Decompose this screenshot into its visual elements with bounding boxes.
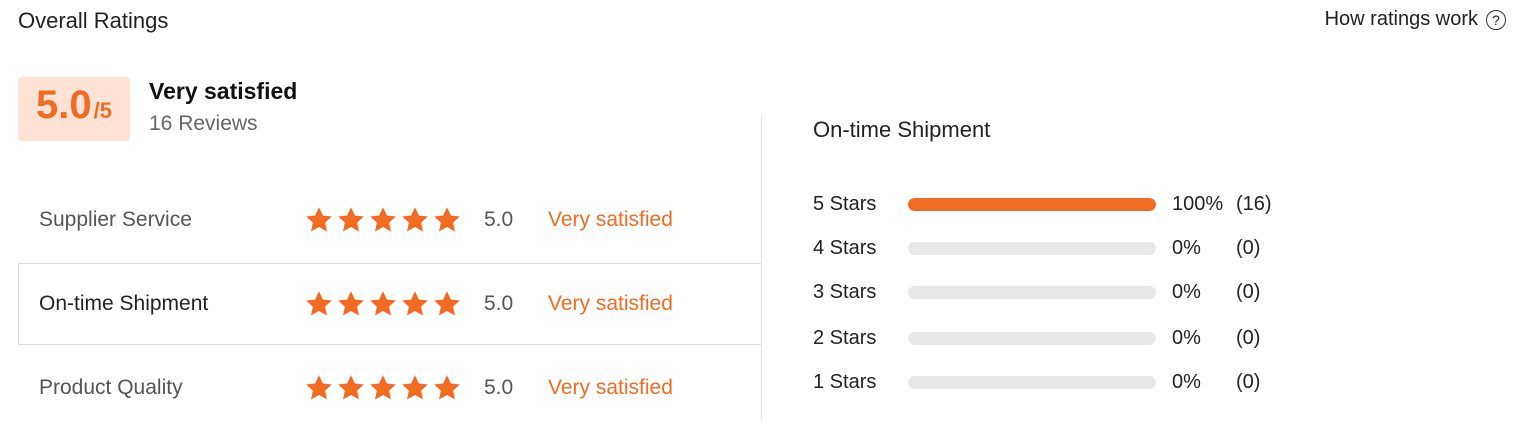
percent-value: 0%: [1172, 326, 1201, 349]
star-icon: [370, 375, 396, 400]
stars-label: 1 Stars: [813, 370, 877, 393]
category-score: 5.0: [484, 292, 514, 315]
category-score: 5.0: [484, 208, 514, 231]
distribution-row-2: 2 Stars 0% (0): [813, 323, 1413, 353]
category-score: 5.0: [484, 376, 514, 399]
category-satisfaction: Very satisfied: [548, 292, 673, 315]
star-icon: [338, 291, 364, 316]
star-rating: [304, 289, 462, 319]
overall-ratings-title: Overall Ratings: [18, 8, 169, 33]
category-name: Product Quality: [39, 376, 183, 399]
question-circle-icon[interactable]: ?: [1486, 9, 1506, 30]
star-icon: [338, 375, 364, 400]
stars-label: 2 Stars: [813, 326, 877, 349]
percent-value: 0%: [1172, 236, 1201, 259]
category-row-on-time-shipment[interactable]: On-time Shipment 5.0 Very satisfied: [18, 263, 761, 345]
star-icon: [370, 207, 396, 232]
progress-fill: [908, 197, 1156, 211]
star-rating: [304, 205, 462, 235]
overall-score: 5.0: [36, 83, 92, 127]
progress-track: [908, 331, 1156, 345]
stars-label: 5 Stars: [813, 192, 877, 215]
how-ratings-work-label: How ratings work: [1324, 8, 1478, 30]
star-icon: [434, 375, 460, 400]
category-satisfaction: Very satisfied: [548, 376, 673, 399]
category-name: Supplier Service: [39, 208, 192, 231]
distribution-row-4: 4 Stars 0% (0): [813, 233, 1413, 263]
distribution-title: On-time Shipment: [813, 117, 991, 142]
category-name: On-time Shipment: [39, 292, 209, 315]
review-count: 16 Reviews: [149, 112, 258, 135]
star-icon: [306, 291, 332, 316]
star-icon: [402, 291, 428, 316]
star-icon: [402, 375, 428, 400]
star-icon: [306, 207, 332, 232]
star-rating: [304, 373, 462, 403]
count-value: (0): [1236, 370, 1261, 393]
overall-score-badge: 5.0 /5: [18, 77, 130, 141]
section-divider: [761, 115, 762, 420]
star-icon: [338, 207, 364, 232]
progress-track: [908, 285, 1156, 299]
distribution-row-5: 5 Stars 100% (16): [813, 189, 1413, 219]
overall-satisfaction-label: Very satisfied: [149, 78, 298, 104]
progress-track: [908, 197, 1156, 211]
overall-score-max: /5: [93, 98, 112, 123]
star-icon: [434, 207, 460, 232]
percent-value: 0%: [1172, 280, 1201, 303]
category-row-supplier-service[interactable]: Supplier Service 5.0 Very satisfied: [18, 179, 761, 261]
count-value: (0): [1236, 326, 1261, 349]
count-value: (16): [1236, 192, 1272, 215]
stars-label: 3 Stars: [813, 280, 877, 303]
percent-value: 0%: [1172, 370, 1201, 393]
star-icon: [434, 291, 460, 316]
star-icon: [306, 375, 332, 400]
distribution-row-1: 1 Stars 0% (0): [813, 367, 1413, 397]
star-icon: [402, 207, 428, 232]
how-ratings-work-link[interactable]: How ratings work ?: [1325, 8, 1506, 31]
stars-label: 4 Stars: [813, 236, 877, 259]
count-value: (0): [1236, 236, 1261, 259]
progress-track: [908, 241, 1156, 255]
percent-value: 100%: [1172, 192, 1224, 215]
star-icon: [370, 291, 396, 316]
count-value: (0): [1236, 280, 1261, 303]
progress-track: [908, 375, 1156, 389]
category-satisfaction: Very satisfied: [548, 208, 673, 231]
distribution-row-3: 3 Stars 0% (0): [813, 277, 1413, 307]
category-row-product-quality[interactable]: Product Quality 5.0 Very satisfied: [18, 347, 761, 429]
